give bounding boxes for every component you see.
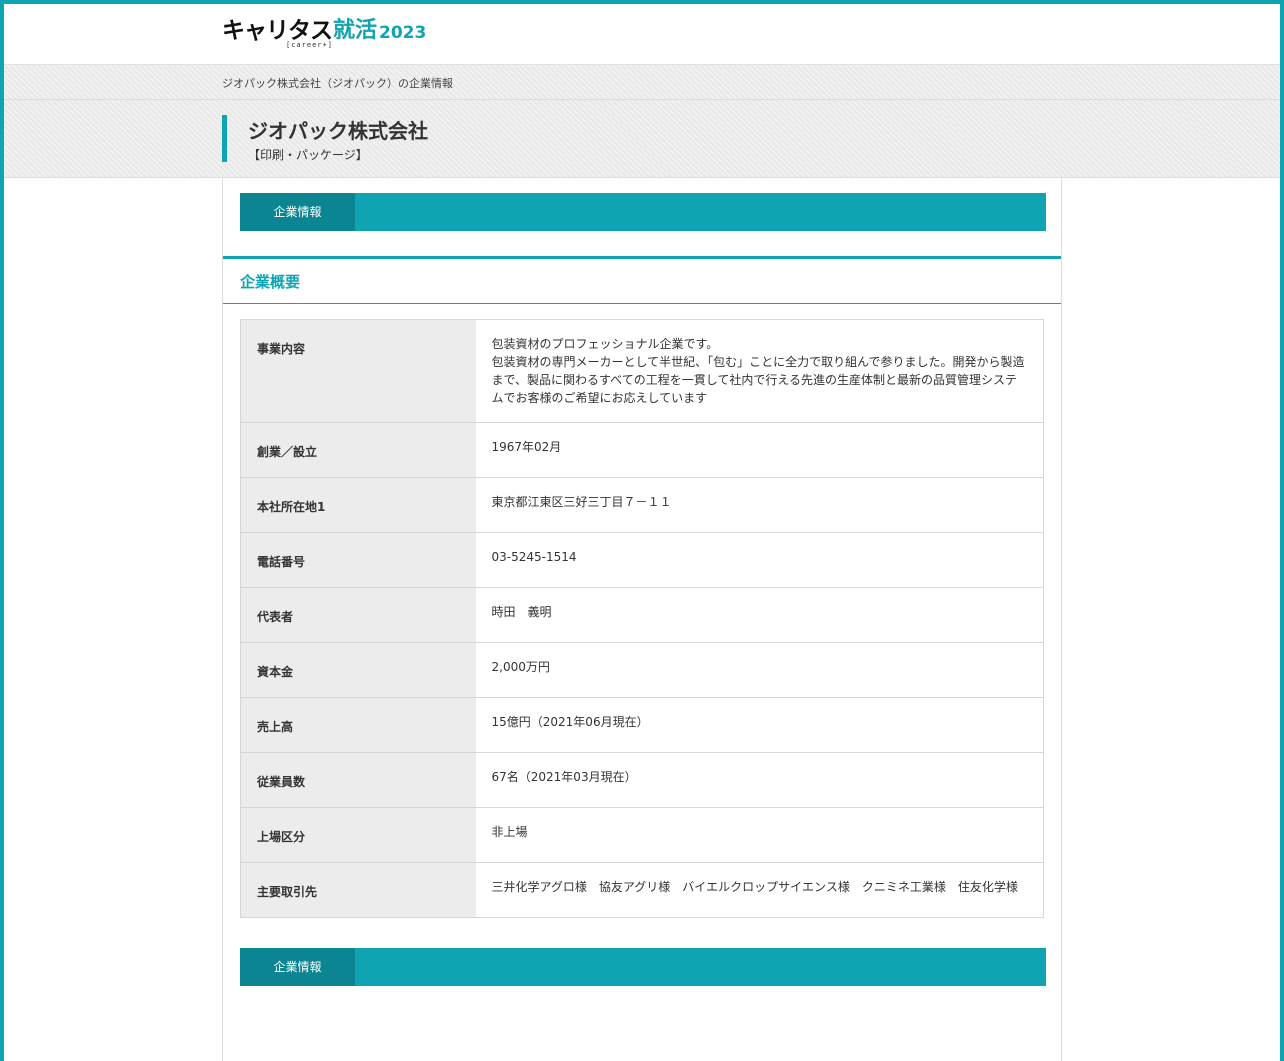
- company-overview-table: 事業内容 包装資材のプロフェッショナル企業です。 包装資材の専門メーカーとして半…: [240, 319, 1044, 918]
- tab-bar-top: 企業情報: [240, 193, 1046, 231]
- section-heading-text: 企業概要: [240, 273, 301, 291]
- logo-sub: [career+]: [286, 41, 333, 49]
- row-value: 東京都江東区三好三丁目７－１１: [475, 477, 1044, 533]
- row-label: 創業／設立: [240, 422, 476, 478]
- section-heading: 企業概要: [223, 256, 1061, 304]
- row-value: 包装資材のプロフェッショナル企業です。 包装資材の専門メーカーとして半世紀、「包…: [475, 319, 1044, 423]
- logo-accent: 就活: [333, 18, 378, 43]
- table-row: 主要取引先 三井化学アグロ様 協友アグリ様 バイエルクロップサイエンス様 クニミ…: [240, 862, 1044, 918]
- row-value: 15億円（2021年06月現在）: [475, 697, 1044, 753]
- table-row: 事業内容 包装資材のプロフェッショナル企業です。 包装資材の専門メーカーとして半…: [240, 319, 1044, 423]
- tab-bar-bottom: 企業情報: [240, 948, 1046, 986]
- row-value: 2,000万円: [475, 642, 1044, 698]
- row-label: 上場区分: [240, 807, 476, 863]
- row-label: 売上高: [240, 697, 476, 753]
- row-label: 事業内容: [240, 319, 476, 423]
- row-label: 電話番号: [240, 532, 476, 588]
- company-name: ジオパック株式会社: [248, 119, 428, 143]
- row-value: 三井化学アグロ様 協友アグリ様 バイエルクロップサイエンス様 クニミネ工業様 住…: [475, 862, 1044, 918]
- title-accent-bar: [222, 115, 227, 162]
- breadcrumb: ジオパック株式会社（ジオパック）の企業情報: [222, 77, 453, 90]
- table-row: 従業員数 67名（2021年03月現在）: [240, 752, 1044, 808]
- table-row: 電話番号 03-5245-1514: [240, 532, 1044, 588]
- row-value: 67名（2021年03月現在）: [475, 752, 1044, 808]
- tab-company-info-bottom[interactable]: 企業情報: [240, 948, 355, 986]
- row-label: 従業員数: [240, 752, 476, 808]
- row-label: 資本金: [240, 642, 476, 698]
- breadcrumb-bar: ジオパック株式会社（ジオパック）の企業情報: [0, 64, 1284, 100]
- business-line: 包装資材の専門メーカーとして半世紀、「包む」ことに全力で取り組んで参りました。開…: [491, 355, 1025, 405]
- main-content: 企業情報 企業概要 事業内容 包装資材のプロフェッショナル企業です。 包装資材の…: [222, 178, 1062, 1061]
- company-industry: 【印刷・パッケージ】: [248, 148, 368, 162]
- business-line: 包装資材のプロフェッショナル企業です。: [491, 337, 719, 351]
- row-label: 主要取引先: [240, 862, 476, 918]
- table-row: 本社所在地1 東京都江東区三好三丁目７－１１: [240, 477, 1044, 533]
- tab-company-info[interactable]: 企業情報: [240, 193, 355, 231]
- table-row: 資本金 2,000万円: [240, 642, 1044, 698]
- table-row: 創業／設立 1967年02月: [240, 422, 1044, 478]
- site-header: キャリタス 就活 2023 [career+]: [0, 0, 1284, 64]
- table-row: 上場区分 非上場: [240, 807, 1044, 863]
- row-value: 非上場: [475, 807, 1044, 863]
- table-row: 代表者 時田 義明: [240, 587, 1044, 643]
- company-title-band: ジオパック株式会社 【印刷・パッケージ】: [0, 100, 1284, 178]
- row-label: 本社所在地1: [240, 477, 476, 533]
- row-label: 代表者: [240, 587, 476, 643]
- row-value: 時田 義明: [475, 587, 1044, 643]
- row-value: 1967年02月: [475, 422, 1044, 478]
- site-logo[interactable]: キャリタス 就活 2023 [career+]: [222, 18, 426, 50]
- logo-year: 2023: [379, 23, 427, 43]
- table-row: 売上高 15億円（2021年06月現在）: [240, 697, 1044, 753]
- row-value: 03-5245-1514: [475, 532, 1044, 588]
